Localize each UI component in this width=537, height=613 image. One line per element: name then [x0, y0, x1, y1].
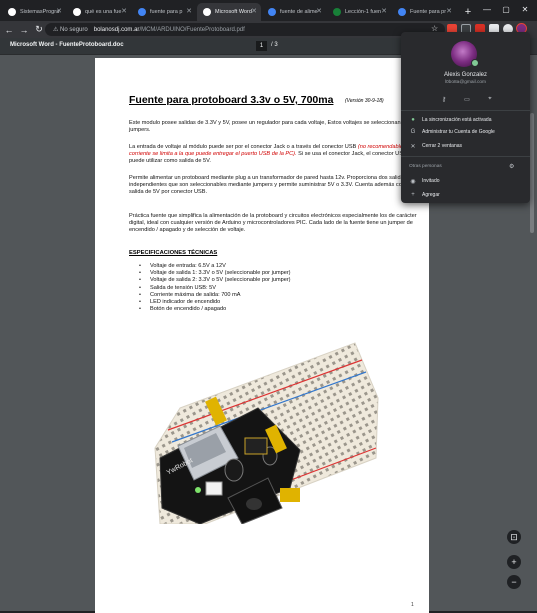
document-title: Fuente para protoboard 3.3v o 5V, 700ma [129, 94, 334, 106]
site-icon [398, 8, 406, 16]
guest-label: Invitado [422, 178, 440, 184]
close-window-button[interactable]: ✕ [516, 0, 534, 18]
security-label: No seguro [60, 27, 88, 33]
paragraph-intro: Este modulo posee salidas de 3.3V y 5V, … [129, 120, 412, 133]
page-total: / 3 [271, 42, 278, 48]
tab-close-icon[interactable]: ✕ [56, 7, 62, 15]
tab-title: qué es una fue [85, 9, 122, 15]
tab-title: Lección-1 fuen [345, 9, 382, 15]
tab-strip: SistemasProgra ✕ qué es una fue ✕ fuente par… [0, 0, 537, 21]
paragraph-input-voltage: La entrada de voltaje al módulo puede se… [129, 144, 419, 165]
site-icon [268, 8, 276, 16]
reload-icon[interactable]: ↻ [33, 24, 45, 36]
profile-quick-actions: ⚷ ▭ ⌖ [439, 94, 495, 104]
power-module-photo: YwRobot [154, 342, 379, 524]
zoom-out-button[interactable]: − [507, 575, 521, 589]
add-person-label: Agregar [422, 192, 440, 198]
tab-close-icon[interactable]: ✕ [381, 7, 387, 15]
specs-list: Voltaje de entrada: 6.5V a 12VVoltaje de… [137, 263, 417, 314]
profile-menu: Alexis Gonzalez l0bo8a@gmail.com ⚷ ▭ ⌖ ●… [401, 32, 530, 203]
plus-icon: + [411, 192, 415, 198]
other-people-label: Otras personas [409, 164, 442, 169]
tab-0[interactable]: SistemasProgra ✕ [2, 3, 66, 21]
tab-6[interactable]: Fuente para pr ✕ [392, 3, 456, 21]
tab-4[interactable]: fuente de alime ✕ [262, 3, 326, 21]
tab-close-icon[interactable]: ✕ [446, 7, 452, 15]
close-windows-row[interactable]: ✕ Cerrar 2 ventanas [401, 140, 530, 152]
insecure-badge[interactable]: ⚠ No seguro [53, 26, 88, 33]
tab-title: Microsoft Word [215, 9, 252, 15]
paragraph-features: Permite alimentar un protoboard mediante… [129, 175, 407, 195]
para2-text-a: La entrada de voltaje al módulo puede se… [129, 144, 358, 150]
viewer-scrollbar[interactable] [530, 113, 534, 233]
document-version: (Versión 30-9-18) [345, 98, 384, 104]
location-pin-icon[interactable]: ⌖ [485, 94, 495, 104]
manage-account-label: Administrar tu Cuenta de Google [422, 129, 495, 135]
payment-card-icon[interactable]: ▭ [462, 94, 472, 104]
spec-item: Botón de encendido / apagado [137, 306, 417, 313]
fit-page-button[interactable]: ⊡ [507, 530, 521, 544]
github-icon [203, 8, 211, 16]
forward-icon[interactable]: → [18, 24, 30, 36]
manage-account-row[interactable]: G Administrar tu Cuenta de Google [401, 126, 530, 138]
divider [401, 156, 530, 157]
new-tab-button[interactable]: + [461, 3, 475, 21]
tab-3[interactable]: Microsoft Word ✕ [197, 3, 261, 21]
url-host: bolanosdj.com.ar [93, 26, 140, 33]
tab-close-icon[interactable]: ✕ [186, 7, 192, 15]
guest-row[interactable]: ◉ Invitado [401, 175, 530, 187]
tab-title: SistemasProgra [20, 9, 60, 15]
google-icon: G [410, 129, 416, 135]
tab-title: fuente para p [150, 9, 183, 15]
tab-list: SistemasProgra ✕ qué es una fue ✕ fuente par… [2, 3, 457, 21]
guest-icon: ◉ [410, 178, 416, 185]
tab-close-icon[interactable]: ✕ [121, 7, 127, 15]
profile-email: l0bo8a@gmail.com [444, 80, 487, 85]
sync-status-row[interactable]: ● La sincronización está activada [401, 114, 530, 126]
tab-close-icon[interactable]: ✕ [251, 7, 257, 15]
pdf-document-title: Microsoft Word - FuenteProtoboard.doc [10, 42, 124, 48]
page-number-input[interactable]: 1 [256, 41, 267, 51]
add-person-row[interactable]: + Agregar [401, 189, 530, 201]
page-footer-number: 1 [411, 602, 414, 608]
tab-2[interactable]: fuente para p ✕ [132, 3, 196, 21]
paragraph-usage: Práctica fuente que simplifica la alimen… [129, 213, 417, 233]
site-icon [138, 8, 146, 16]
close-icon: ✕ [410, 143, 416, 150]
sync-check-icon: ● [411, 117, 415, 123]
gear-icon[interactable]: ⚙ [509, 163, 514, 170]
close-windows-label: Cerrar 2 ventanas [422, 143, 463, 149]
spec-item: Voltaje de entrada: 6.5V a 12V [137, 263, 417, 270]
maximize-button[interactable]: ▢ [497, 0, 515, 18]
spec-item: Voltaje de salida 2: 3.3V o 5V (seleccio… [137, 277, 417, 284]
spec-item: Corriente máxima de salida: 700 mA [137, 292, 417, 299]
github-icon [8, 8, 16, 16]
tab-title: fuente de alime [280, 9, 318, 15]
minimize-button[interactable]: — [478, 0, 496, 18]
address-bar[interactable]: ⚠ No seguro bolanosdj.com.ar/MCM/ARDUINO… [45, 23, 445, 36]
sync-status-dot [471, 59, 479, 67]
back-icon[interactable]: ← [3, 24, 15, 36]
spec-item: Salida de tensión USB: 5V [137, 285, 417, 292]
zoom-in-button[interactable]: + [507, 555, 521, 569]
tab-title: Fuente para pr [410, 9, 447, 15]
specs-heading: ESPECIFICACIONES TÉCNICAS [129, 250, 218, 256]
tab-close-icon[interactable]: ✕ [316, 7, 322, 15]
site-icon [333, 8, 341, 16]
divider [401, 110, 530, 111]
tab-1[interactable]: qué es una fue ✕ [67, 3, 131, 21]
spec-item: Voltaje de salida 1: 3.3V o 5V (seleccio… [137, 270, 417, 277]
key-icon[interactable]: ⚷ [439, 94, 449, 104]
url-path: /MCM/ARDUINO/FuenteProtoboard.pdf [139, 26, 245, 33]
spec-item: LED indicador de encendido [137, 299, 417, 306]
sync-label: La sincronización está activada [422, 117, 492, 123]
pdf-page: Fuente para protoboard 3.3v o 5V, 700ma … [95, 58, 429, 613]
github-icon [73, 8, 81, 16]
tab-5[interactable]: Lección-1 fuen ✕ [327, 3, 391, 21]
profile-name: Alexis Gonzalez [443, 72, 488, 78]
